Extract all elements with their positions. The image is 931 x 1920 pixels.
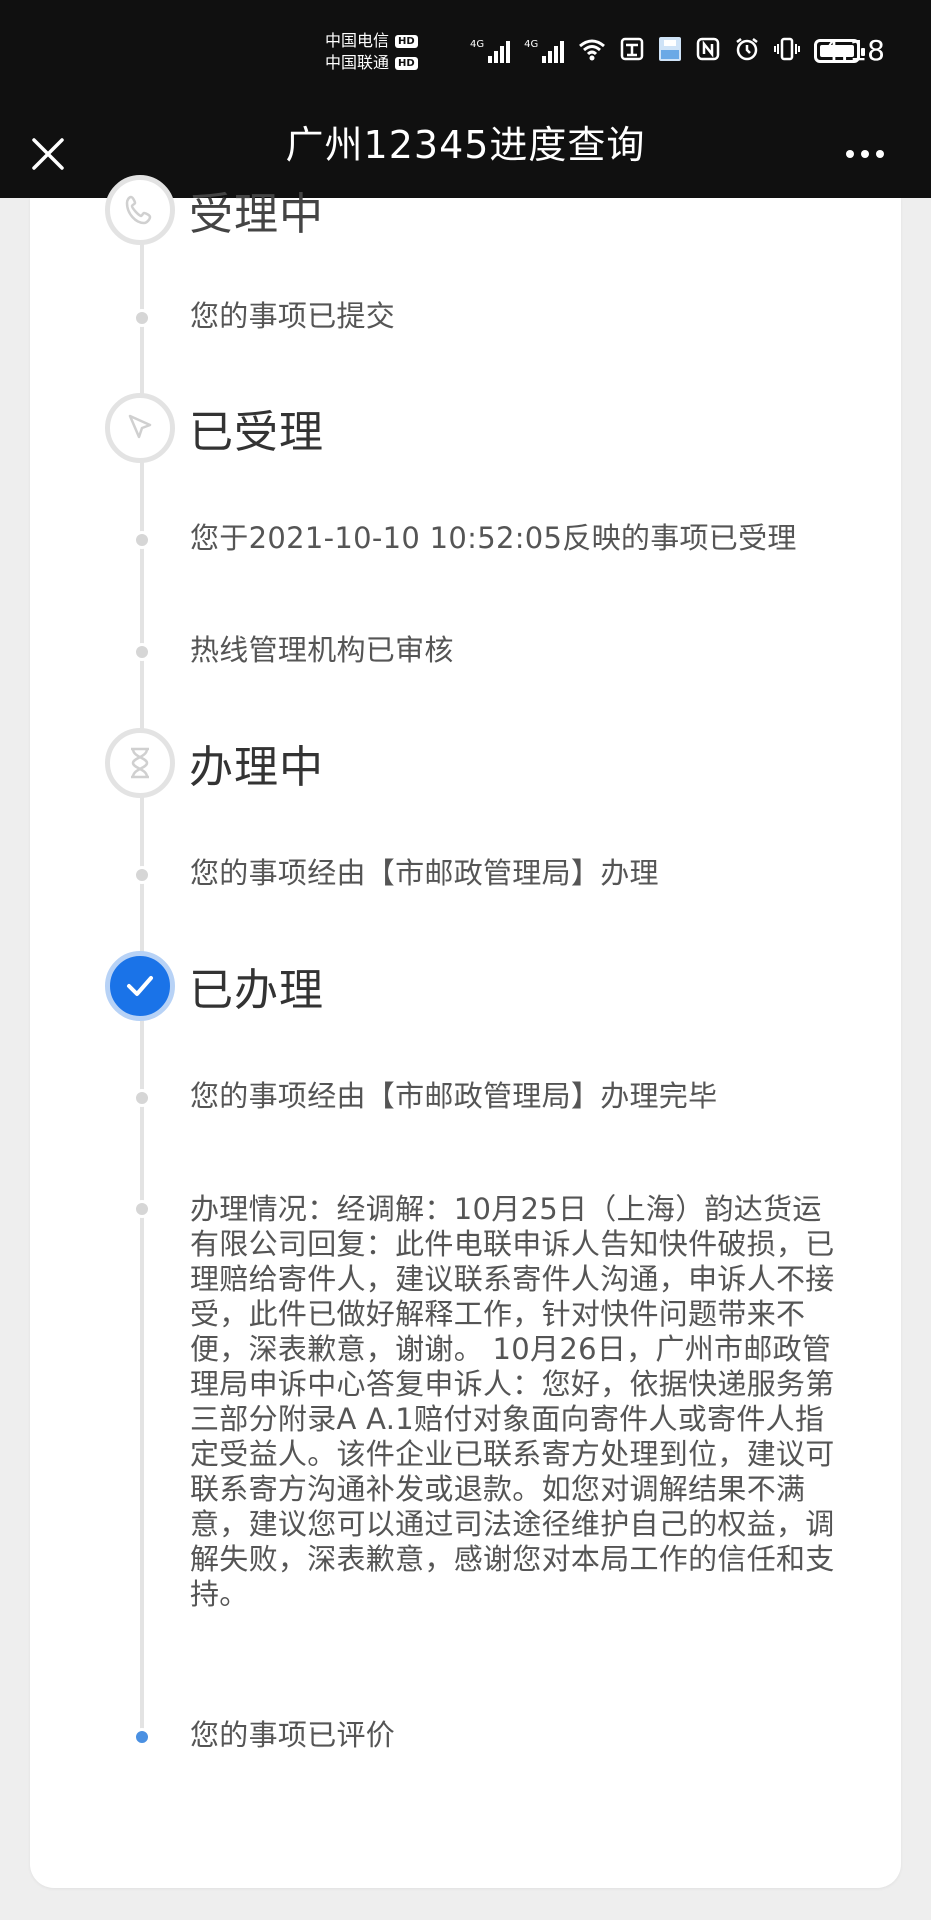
stage-title: 已受理	[189, 407, 324, 458]
signal-icon: 4G	[470, 39, 511, 63]
step-text: 您的事项已提交	[190, 299, 396, 333]
stage-accepting: 受理中	[105, 175, 865, 245]
more-dot-icon	[876, 150, 884, 158]
step-text: 您于2021-10-10 10:52:05反映的事项已受理	[190, 521, 797, 555]
more-dot-icon	[861, 150, 869, 158]
stage-title: 受理中	[189, 189, 324, 240]
carrier-2-name: 中国联通	[325, 53, 390, 72]
stage-icon-container	[105, 951, 175, 1021]
check-icon	[127, 976, 153, 996]
step-text: 您的事项经由【市邮政管理局】办理	[190, 856, 659, 890]
handling-detail-text: 办理情况：经调解：10月25日（上海）韵达货运有限公司回复：此件电联申诉人告知快…	[190, 1192, 835, 1611]
status-icons: 4G 4G	[470, 36, 866, 66]
signal-icon: 4G	[524, 39, 565, 63]
stage-processing: 办理中	[105, 728, 865, 798]
store-app-icon	[620, 37, 644, 65]
nfc-icon	[696, 37, 720, 65]
timeline-dot	[133, 531, 151, 549]
step-text: 您的事项经由【市邮政管理局】办理完毕	[190, 1079, 718, 1113]
stage-title: 办理中	[189, 742, 324, 793]
step-text: 您的事项已评价	[190, 1718, 396, 1752]
vibrate-icon	[774, 37, 801, 65]
carrier-1-name: 中国电信	[325, 31, 390, 50]
hourglass-icon	[131, 747, 149, 779]
stage-completed: 已办理	[105, 951, 865, 1021]
stage-title: 已办理	[189, 965, 324, 1016]
close-button[interactable]	[18, 124, 78, 184]
stage-icon-container	[105, 728, 175, 798]
close-icon	[32, 138, 64, 170]
timeline-dot	[133, 309, 151, 327]
timeline-dot-active	[133, 1728, 151, 1746]
timeline-dot	[133, 643, 151, 661]
stage-icon-container	[105, 175, 175, 245]
alarm-icon	[734, 36, 760, 66]
timeline-dot	[133, 1200, 151, 1218]
status-time: 4:18	[822, 34, 885, 67]
hd-badge: HD	[395, 34, 418, 48]
app-notification-icon	[658, 36, 682, 66]
phone-icon	[125, 195, 152, 225]
wifi-icon	[578, 37, 606, 65]
hd-badge: HD	[395, 56, 418, 70]
carrier-info: 中国电信 HD 中国联通 HD	[325, 30, 418, 74]
status-bar: 中国电信 HD 中国联通 HD 4G 4G 4:18	[0, 0, 931, 110]
more-dot-icon	[846, 150, 854, 158]
network-type-label: 4G	[524, 39, 539, 50]
timeline-dot	[133, 866, 151, 884]
network-type-label: 4G	[470, 39, 485, 50]
cursor-icon	[128, 414, 152, 439]
stage-icon-container	[105, 393, 175, 463]
step-text: 热线管理机构已审核	[190, 633, 454, 667]
stage-accepted: 已受理	[105, 393, 865, 463]
timeline-dot	[133, 1089, 151, 1107]
